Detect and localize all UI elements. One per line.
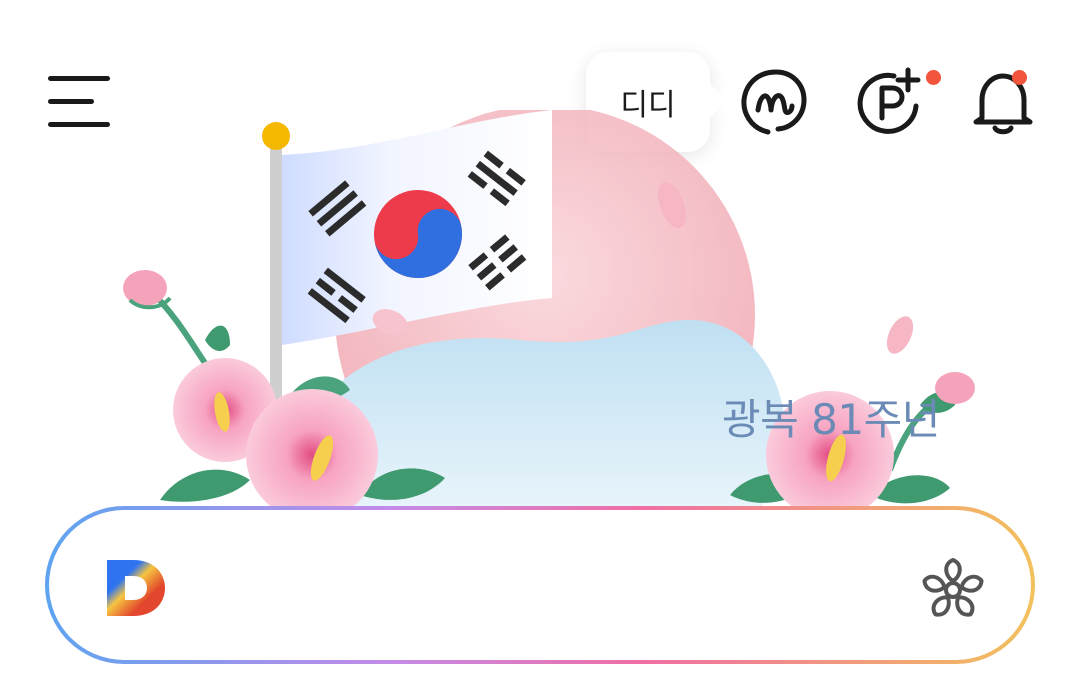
search-input[interactable] <box>179 540 903 632</box>
point-badge-dot <box>926 70 941 85</box>
notification-badge-dot <box>1012 70 1027 85</box>
banner-title: 광복 81주년 <box>722 395 940 444</box>
flower-icon <box>922 558 984 617</box>
banner-illustration <box>123 105 975 525</box>
flower-button[interactable] <box>919 554 987 622</box>
liberation-day-banner[interactable]: 광복 81주년 <box>0 105 1080 525</box>
tooltip-text: 디디 <box>620 88 676 123</box>
search-box-inner <box>49 510 1031 660</box>
daum-d-logo <box>107 560 165 616</box>
search-box[interactable] <box>45 506 1035 664</box>
